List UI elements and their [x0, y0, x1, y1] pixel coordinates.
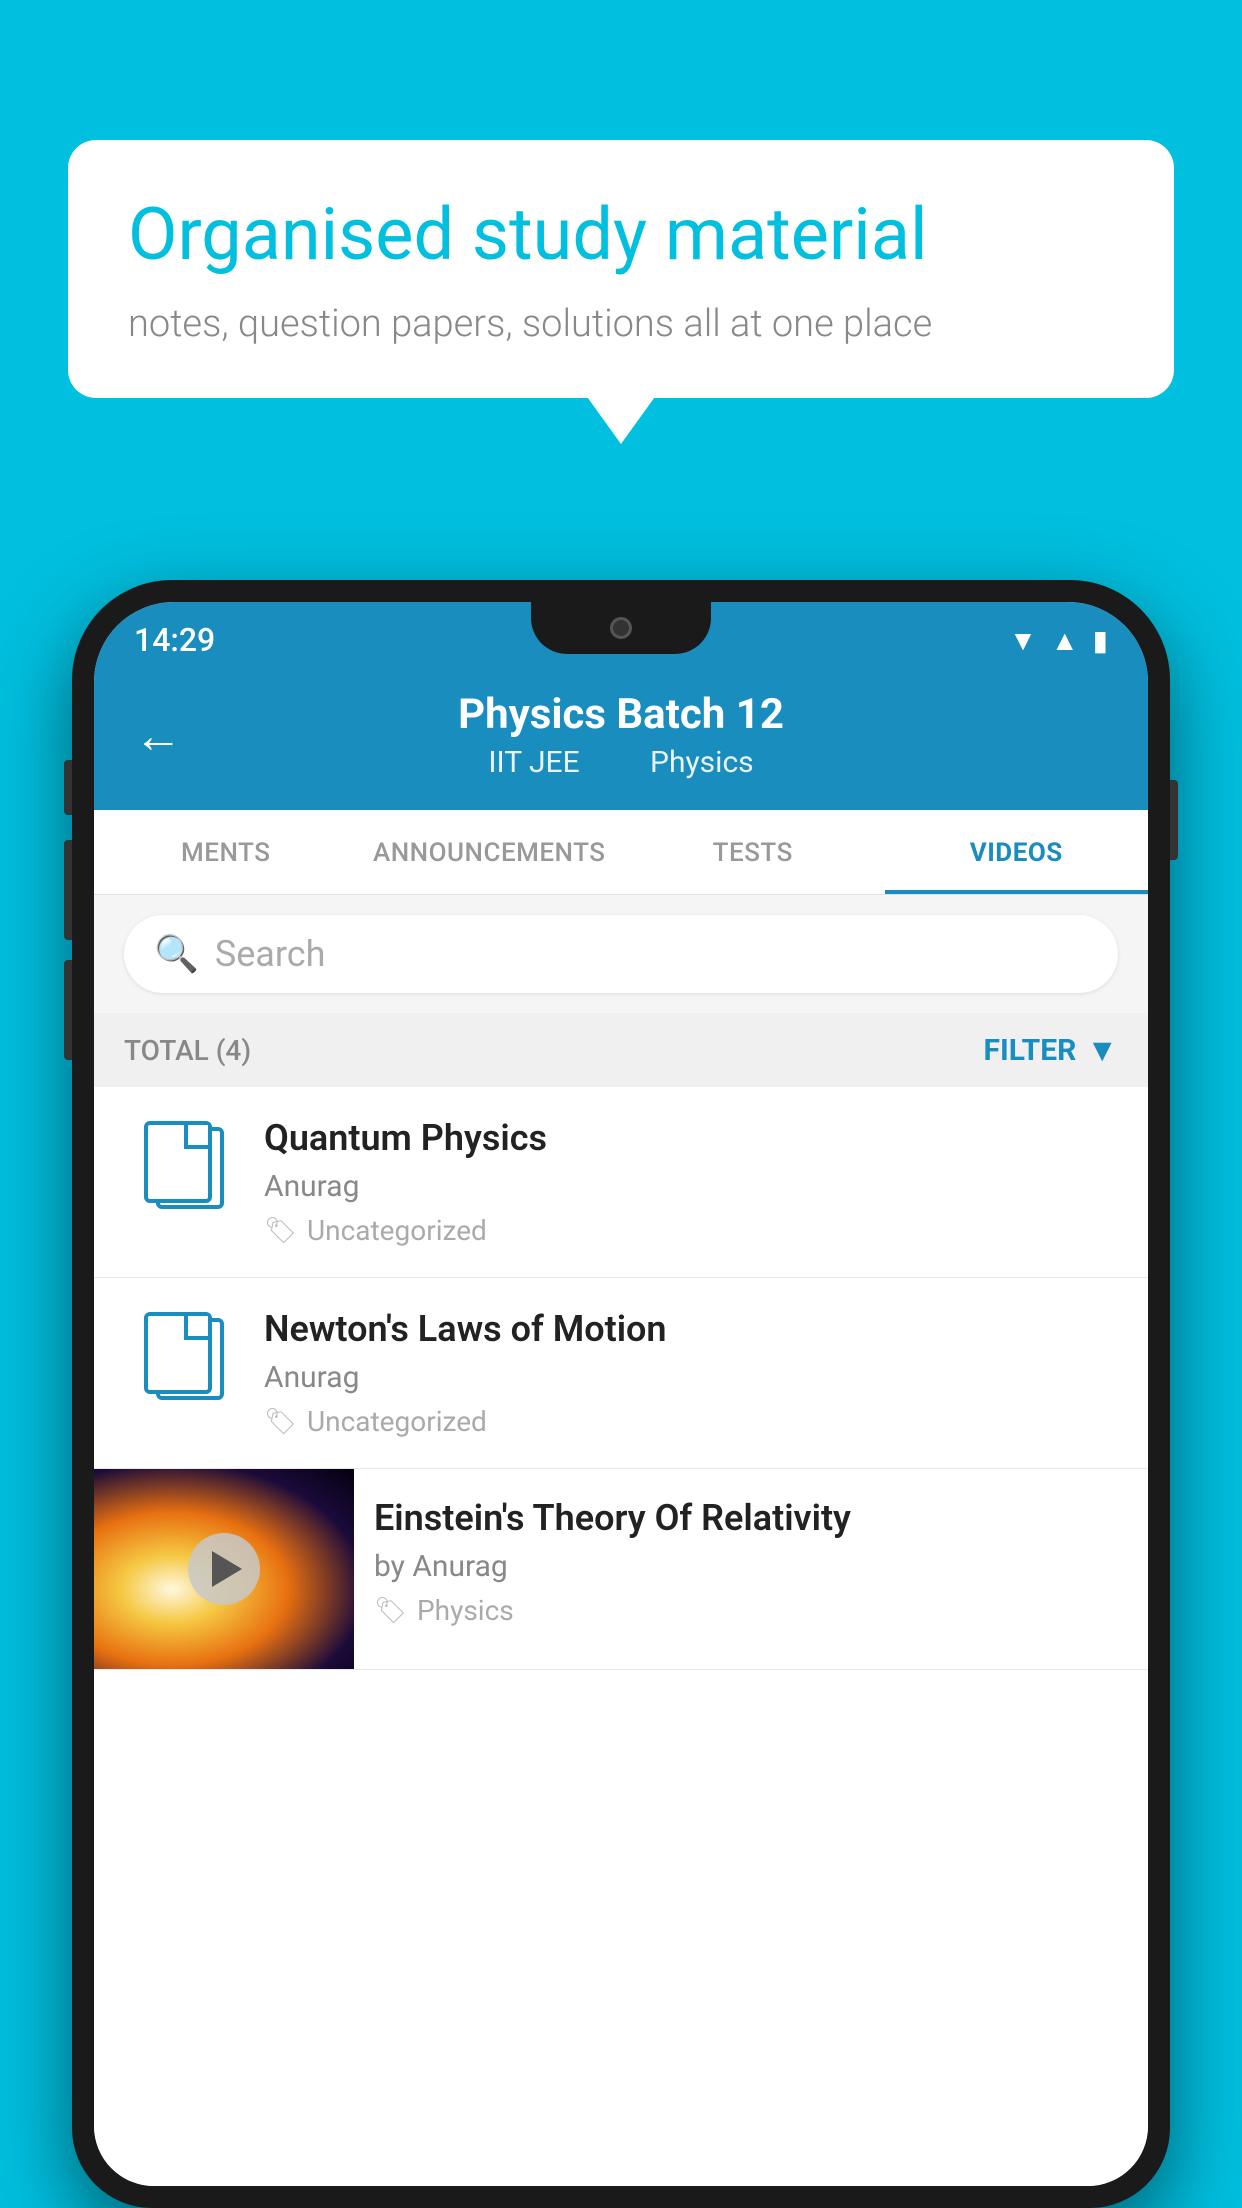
phone-side-btn-left2 — [64, 840, 72, 940]
folder-icon — [144, 1121, 224, 1209]
header-title: Physics Batch 12 — [458, 690, 784, 739]
tag-icon: 🏷 — [264, 1216, 297, 1246]
filter-row: TOTAL (4) FILTER ▼ — [94, 1013, 1148, 1087]
search-container: 🔍 Search — [94, 895, 1148, 1013]
video-tag: 🏷 Uncategorized — [264, 1214, 1118, 1247]
back-button[interactable]: ← — [134, 707, 182, 764]
folder-icon — [144, 1312, 224, 1400]
tag-text: Uncategorized — [307, 1214, 487, 1247]
video-author: by Anurag — [374, 1549, 1128, 1584]
phone-side-btn-left3 — [64, 960, 72, 1060]
list-item[interactable]: Newton's Laws of Motion Anurag 🏷 Uncateg… — [94, 1278, 1148, 1469]
thumbnail-container — [94, 1469, 354, 1669]
video-author: Anurag — [264, 1169, 1118, 1204]
video-title: Einstein's Theory Of Relativity — [374, 1497, 1128, 1539]
header-bar-inner: ← Physics Batch 12 IIT JEE Physics — [134, 690, 1108, 780]
video-info: Newton's Laws of Motion Anurag 🏷 Uncateg… — [264, 1308, 1118, 1438]
video-list: Quantum Physics Anurag 🏷 Uncategorized — [94, 1087, 1148, 2186]
video-title: Quantum Physics — [264, 1117, 1118, 1159]
header-subtitle: IIT JEE Physics — [458, 745, 784, 780]
tag-text: Physics — [417, 1594, 514, 1627]
phone-side-btn-left1 — [64, 760, 72, 815]
video-author: Anurag — [264, 1360, 1118, 1395]
video-tag: 🏷 Uncategorized — [264, 1405, 1118, 1438]
speech-bubble-title: Organised study material — [128, 192, 1114, 278]
header-subtitle-part2: Physics — [650, 745, 754, 780]
search-bar[interactable]: 🔍 Search — [124, 915, 1118, 993]
page-front — [144, 1312, 212, 1394]
page-front — [144, 1121, 212, 1203]
tab-announcements[interactable]: ANNOUNCEMENTS — [358, 810, 622, 894]
header-subtitle-part1: IIT JEE — [488, 745, 579, 780]
battery-icon: ▮ — [1093, 624, 1108, 657]
document-icon-container — [124, 1312, 244, 1400]
notch — [531, 602, 711, 654]
search-placeholder[interactable]: Search — [215, 933, 326, 975]
tab-bar: MENTS ANNOUNCEMENTS TESTS VIDEOS — [94, 810, 1148, 895]
speech-bubble: Organised study material notes, question… — [68, 140, 1174, 398]
document-icon-container — [124, 1121, 244, 1209]
front-camera — [610, 617, 632, 639]
tag-icon: 🏷 — [374, 1596, 407, 1626]
tab-tests[interactable]: TESTS — [621, 810, 885, 894]
play-button[interactable] — [188, 1533, 260, 1605]
thumbnail-bg — [94, 1469, 354, 1669]
speech-bubble-subtitle: notes, question papers, solutions all at… — [128, 302, 1114, 346]
speech-bubble-container: Organised study material notes, question… — [68, 140, 1174, 398]
phone-side-btn-right — [1170, 780, 1178, 860]
play-triangle-icon — [212, 1551, 242, 1587]
filter-label: FILTER — [984, 1033, 1077, 1068]
thumb-info: Einstein's Theory Of Relativity by Anura… — [354, 1469, 1148, 1655]
header-subtitle-separator — [611, 745, 626, 780]
wifi-icon: ▼ — [1009, 624, 1037, 657]
list-item[interactable]: Quantum Physics Anurag 🏷 Uncategorized — [94, 1087, 1148, 1278]
signal-icon: ▲ — [1051, 624, 1079, 657]
phone-screen: 14:29 ▼ ▲ ▮ ← Physics Batch 12 IIT JEE P… — [94, 602, 1148, 2186]
video-title: Newton's Laws of Motion — [264, 1308, 1118, 1350]
phone-shell: 14:29 ▼ ▲ ▮ ← Physics Batch 12 IIT JEE P… — [72, 580, 1170, 2208]
filter-funnel-icon: ▼ — [1086, 1031, 1118, 1069]
status-icons: ▼ ▲ ▮ — [1009, 624, 1108, 657]
filter-button[interactable]: FILTER ▼ — [984, 1031, 1119, 1069]
list-item[interactable]: Einstein's Theory Of Relativity by Anura… — [94, 1469, 1148, 1670]
video-info: Quantum Physics Anurag 🏷 Uncategorized — [264, 1117, 1118, 1247]
tab-ments[interactable]: MENTS — [94, 810, 358, 894]
tag-text: Uncategorized — [307, 1405, 487, 1438]
header-bar: ← Physics Batch 12 IIT JEE Physics — [94, 670, 1148, 810]
total-label: TOTAL (4) — [124, 1034, 251, 1067]
search-icon: 🔍 — [154, 933, 199, 975]
video-tag: 🏷 Physics — [374, 1594, 1128, 1627]
tab-videos[interactable]: VIDEOS — [885, 810, 1149, 894]
status-time: 14:29 — [134, 621, 215, 659]
tag-icon: 🏷 — [264, 1407, 297, 1437]
